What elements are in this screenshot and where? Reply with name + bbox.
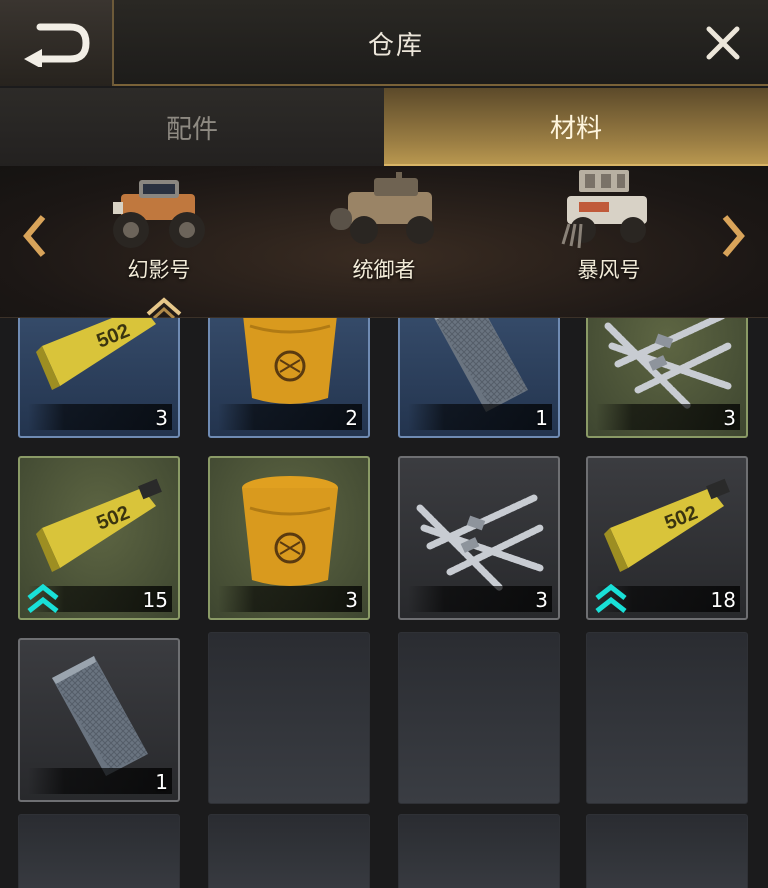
empty-slot	[398, 814, 560, 888]
quantity-bar	[408, 404, 552, 430]
empty-slot	[18, 814, 180, 888]
vehicle-name: 暴风号	[577, 258, 641, 282]
vehicle-storm[interactable]: 暴风号	[534, 168, 684, 288]
selected-vehicle-indicator	[146, 297, 182, 318]
item-quantity: 15	[142, 588, 168, 612]
material-item-rebar[interactable]: 3	[586, 318, 748, 438]
upgrade-available-icon	[595, 584, 627, 613]
metal-sheet-icon	[52, 656, 148, 776]
material-item-glue[interactable]: 502 3	[18, 318, 180, 438]
vehicle-name: 统御者	[352, 258, 416, 282]
quantity-bar	[218, 586, 362, 612]
material-item-sheet[interactable]: 1	[398, 318, 560, 438]
rocket-truck-icon	[561, 170, 647, 249]
close-icon	[706, 26, 740, 60]
back-button[interactable]	[0, 0, 114, 86]
material-item-glue[interactable]: 502 15	[18, 456, 180, 620]
upgrade-available-icon	[27, 584, 59, 613]
vehicle-selector: 幻影号 统御者 暴风号	[0, 166, 768, 318]
rebar-bundle-icon	[604, 318, 732, 410]
category-tabs: 配件 材料	[0, 88, 768, 166]
tab-accessories[interactable]: 配件	[0, 88, 384, 166]
previous-vehicle-button[interactable]	[14, 206, 54, 266]
metal-sheet-icon	[434, 318, 528, 412]
item-quantity: 3	[535, 588, 548, 612]
materials-grid: 502 3 2 1 3 502 15 3 3 502 18 1	[18, 318, 752, 888]
quantity-bar	[28, 404, 172, 430]
item-quantity: 1	[535, 406, 548, 430]
empty-slot	[208, 632, 370, 804]
quantity-bar	[596, 404, 740, 430]
page-title: 仓库	[367, 30, 424, 61]
chevron-right-icon	[722, 215, 745, 257]
item-quantity: 3	[155, 406, 168, 430]
vehicle-name: 幻影号	[127, 258, 191, 282]
empty-slot	[398, 632, 560, 804]
empty-slot	[586, 632, 748, 804]
close-button[interactable]	[698, 18, 748, 68]
item-quantity: 3	[723, 406, 736, 430]
chemical-bucket-icon	[242, 476, 338, 586]
monster-truck-icon	[113, 180, 205, 248]
quantity-bar	[408, 586, 552, 612]
chevron-left-icon	[23, 215, 46, 257]
glue-tube-icon: 502	[604, 478, 730, 572]
chemical-bucket-icon	[243, 318, 337, 404]
empty-slot	[208, 814, 370, 888]
header-bar: 仓库	[0, 0, 768, 86]
item-quantity: 2	[345, 406, 358, 430]
rebar-bundle-icon	[416, 494, 544, 592]
glue-tube-icon: 502	[36, 478, 162, 572]
vehicle-dominator[interactable]: 统御者	[309, 168, 459, 288]
armored-truck-icon	[330, 172, 434, 244]
quantity-bar	[28, 768, 172, 794]
material-item-sheet[interactable]: 1	[18, 638, 180, 802]
back-arrow-icon	[24, 23, 90, 67]
item-quantity: 18	[710, 588, 736, 612]
material-item-glue[interactable]: 502 18	[586, 456, 748, 620]
material-item-bucket[interactable]: 3	[208, 456, 370, 620]
quantity-bar	[218, 404, 362, 430]
next-vehicle-button[interactable]	[714, 206, 754, 266]
tab-materials[interactable]: 材料	[384, 88, 768, 166]
material-item-rebar[interactable]: 3	[398, 456, 560, 620]
glue-tube-icon: 502	[36, 318, 156, 390]
vehicle-phantom[interactable]: 幻影号	[84, 168, 234, 288]
item-quantity: 3	[345, 588, 358, 612]
empty-slot	[586, 814, 748, 888]
material-item-bucket[interactable]: 2	[208, 318, 370, 438]
item-quantity: 1	[155, 770, 168, 794]
